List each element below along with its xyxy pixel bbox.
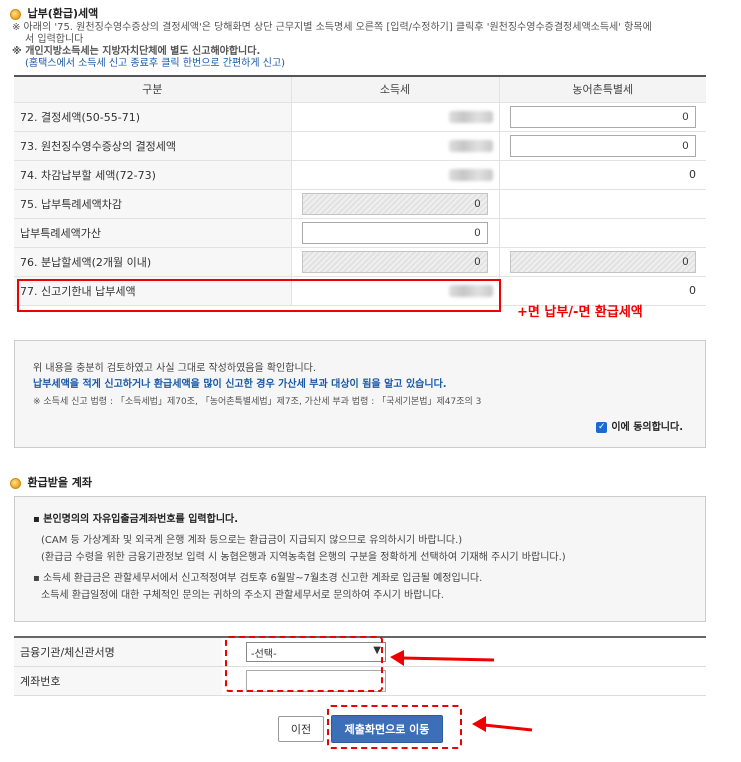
confirm-law: ※ 소득세 신고 법령 : 「소득세법」제70조, 「농어촌특별세법」제7조, … (33, 397, 482, 407)
rural-tax-input (509, 250, 696, 273)
note-line: 서 입력합니다 (25, 34, 84, 45)
agree-checkbox[interactable]: ✓ 이에 동의합니다. (596, 418, 683, 433)
table-row: 73. 원천징수영수증상의 결정세액 (14, 131, 706, 161)
notice-line: (환급금 수령을 위한 금융기관정보 입력 시 농협은행과 지역농축협 은행의 … (41, 552, 566, 563)
note-line: ※ 아래의 '75. 원천징수영수증상의 결정세액'은 당해화면 상단 근무지별… (12, 22, 652, 33)
confirm-line: 위 내용을 충분히 검토하였고 사실 그대로 작성하였음을 확인합니다. (33, 363, 317, 374)
red-arrow-icon (472, 716, 533, 732)
row-label: 72. 결정세액(50-55-71) (14, 102, 291, 132)
notice-line: (CAM 등 가상계좌 및 외국계 은행 계좌 등으로는 환급금이 지급되지 않… (41, 535, 463, 546)
submit-button[interactable]: 제출화면으로 이동 (331, 715, 443, 743)
bank-label: 금융기관/체신관서명 (14, 636, 222, 667)
row-label: 74. 차감납부할 세액(72-73) (14, 160, 291, 190)
rural-tax-input[interactable] (509, 105, 696, 128)
section-title: 납부(환급)세액 (27, 7, 99, 20)
row-label: 76. 분납할세액(2개월 이내) (14, 247, 291, 277)
highlight-dashed-box (225, 636, 383, 692)
bullet-circle-icon (10, 477, 21, 489)
table-row: 74. 차감납부할 세액(72-73) 0 (14, 160, 706, 190)
account-number-label: 계좌번호 (14, 666, 222, 696)
prev-button[interactable]: 이전 (278, 716, 324, 742)
confirm-line: 납부세액을 적게 신고하거나 환급세액을 많이 신고한 경우 가산세 부과 대상… (33, 379, 447, 390)
notice-bullet: ▪ 소득세 환급금은 관할세무서에서 신고적정여부 검토후 6월말~7월초경 신… (33, 573, 483, 584)
section-title: 환급받을 계좌 (27, 476, 93, 489)
note-line: (홈택스에서 소득세 신고 종료후 클릭 한번으로 간편하게 신고) (25, 58, 286, 69)
cell (290, 218, 499, 248)
row-label: 75. 납부특례세액차감 (14, 189, 291, 219)
cell (498, 131, 706, 161)
blurred-value (290, 102, 499, 132)
rural-tax-value: 0 (498, 160, 706, 190)
income-tax-input (301, 192, 488, 215)
account-notice-box: ▪ 본인명의의 자유입출금계좌번호를 입력합니다. (CAM 등 가상계좌 및 … (14, 496, 706, 622)
cell (290, 247, 499, 277)
section-header-payment: 납부(환급)세액 (10, 5, 98, 21)
cell (290, 189, 499, 219)
table-row: 72. 결정세액(50-55-71) (14, 102, 706, 132)
blurred-value (290, 131, 499, 161)
table-row: 76. 분납할세액(2개월 이내) (14, 247, 706, 277)
row-label: 73. 원천징수영수증상의 결정세액 (14, 131, 291, 161)
highlight-box (17, 279, 501, 312)
confirmation-box: 위 내용을 충분히 검토하였고 사실 그대로 작성하였음을 확인합니다. 납부세… (14, 340, 706, 448)
blurred-value (290, 160, 499, 190)
agree-label: 이에 동의합니다. (611, 422, 683, 433)
notice-line: 소득세 환급일정에 대한 구체적인 문의는 귀하의 주소지 관할세무서로 문의하… (41, 590, 444, 601)
income-tax-input (301, 250, 488, 273)
tax-table: 구분 소득세 농어촌특별세 72. 결정세액(50-55-71) 73. 원천징… (14, 75, 706, 306)
note-line: ※ 개인지방소득세는 지방자치단체에 별도 신고해야합니다. (12, 46, 261, 57)
header-category: 구분 (14, 75, 291, 103)
row-label: 납부특례세액가산 (14, 218, 291, 248)
header-rural-tax: 농어촌특별세 (498, 75, 706, 103)
bullet-circle-icon (10, 8, 21, 20)
header-income-tax: 소득세 (290, 75, 499, 103)
cell (498, 102, 706, 132)
cell (498, 189, 706, 219)
notice-text: ※ 아래의 '75. 원천징수영수증상의 결정세액'은 당해화면 상단 근무지별… (12, 22, 732, 70)
table-row: 75. 납부특례세액차감 (14, 189, 706, 219)
income-tax-input[interactable] (301, 221, 488, 244)
checkbox-checked-icon[interactable]: ✓ (596, 421, 608, 433)
section-header-account: 환급받을 계좌 (10, 474, 92, 490)
table-row: 납부특례세액가산 (14, 218, 706, 248)
rural-tax-input[interactable] (509, 134, 696, 157)
table-header-row: 구분 소득세 농어촌특별세 (14, 75, 706, 103)
cell (498, 247, 706, 277)
annotation-label: +면 납부/-면 환급세액 (517, 305, 643, 320)
cell (498, 218, 706, 248)
notice-bullet: ▪ 본인명의의 자유입출금계좌번호를 입력합니다. (33, 514, 239, 525)
red-arrow-icon (390, 650, 495, 666)
